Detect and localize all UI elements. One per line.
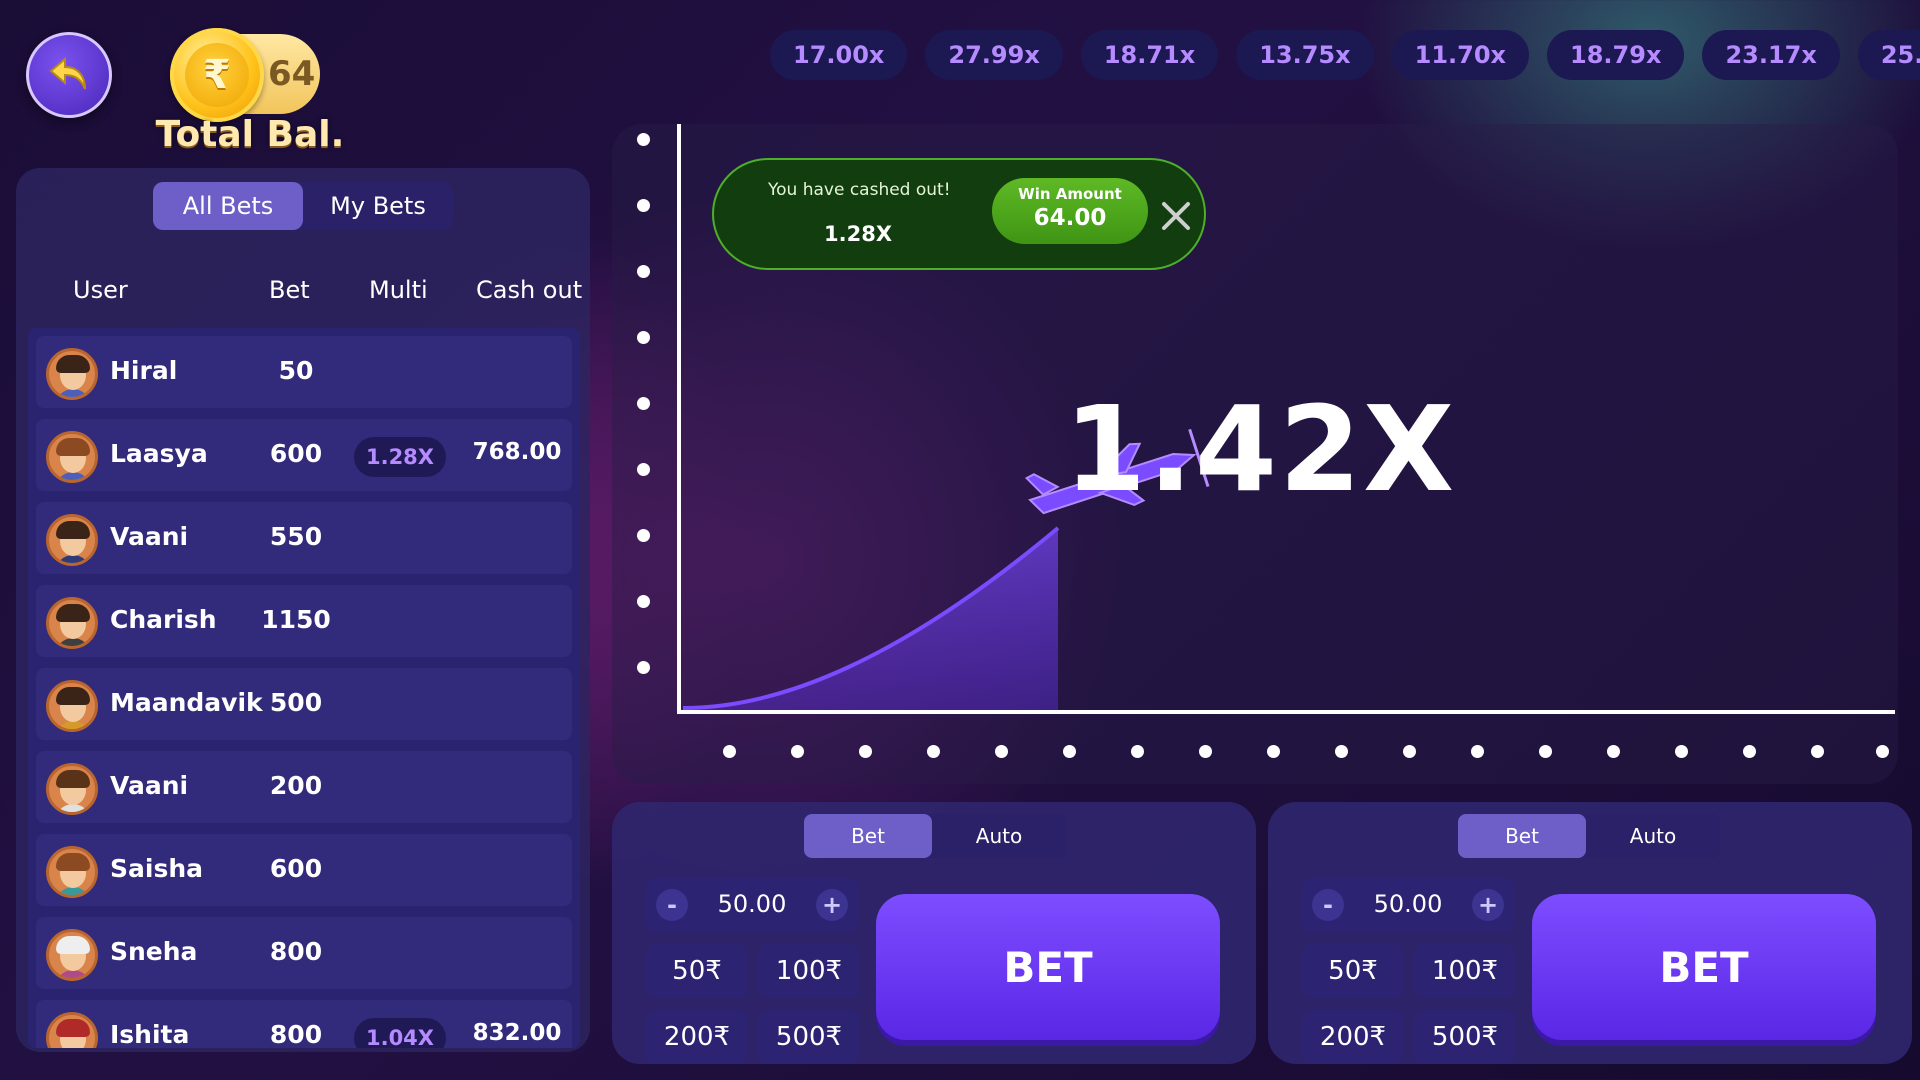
amount-stepper: - 50.00 + — [646, 878, 858, 932]
increase-button[interactable]: + — [816, 889, 848, 921]
tab-auto[interactable]: Auto — [932, 814, 1066, 858]
bet-mode-tabs: Bet Auto — [1458, 814, 1720, 858]
bet-button[interactable]: BET — [876, 894, 1220, 1040]
bet-button[interactable]: BET — [1532, 894, 1876, 1040]
quick-amount-button[interactable]: 50₹ — [1302, 944, 1404, 998]
increase-button[interactable]: + — [1472, 889, 1504, 921]
amount-value[interactable]: 50.00 — [690, 890, 814, 918]
win-amount-pill: Win Amount 64.00 — [992, 178, 1148, 244]
tab-bet[interactable]: Bet — [1458, 814, 1586, 858]
cashout-multiplier: 1.28X — [824, 222, 893, 246]
quick-amount-button[interactable]: 100₹ — [1414, 944, 1516, 998]
decrease-button[interactable]: - — [656, 889, 688, 921]
amount-value[interactable]: 50.00 — [1346, 890, 1470, 918]
win-amount-value: 64.00 — [1033, 205, 1107, 231]
tab-bet[interactable]: Bet — [804, 814, 932, 858]
quick-amount-button[interactable]: 100₹ — [758, 944, 860, 998]
decrease-button[interactable]: - — [1312, 889, 1344, 921]
amount-stepper: - 50.00 + — [1302, 878, 1514, 932]
win-amount-label: Win Amount — [1018, 185, 1122, 203]
quick-amount-button[interactable]: 500₹ — [758, 1010, 860, 1064]
close-icon — [1162, 202, 1190, 230]
curve-fill — [683, 528, 1058, 710]
bet-panel-2: Bet Auto - 50.00 + 50₹ 100₹ 200₹ 500₹ BE… — [1268, 802, 1912, 1064]
tab-auto[interactable]: Auto — [1586, 814, 1720, 858]
cashout-notification: You have cashed out! 1.28X Win Amount 64… — [712, 158, 1206, 270]
quick-amount-button[interactable]: 500₹ — [1414, 1010, 1516, 1064]
current-multiplier: 1.42X — [1063, 380, 1457, 518]
cashout-message: You have cashed out! — [768, 180, 951, 200]
quick-amount-button[interactable]: 200₹ — [1302, 1010, 1404, 1064]
bet-mode-tabs: Bet Auto — [804, 814, 1066, 858]
bet-panel-1: Bet Auto - 50.00 + 50₹ 100₹ 200₹ 500₹ BE… — [612, 802, 1256, 1064]
close-button[interactable] — [1156, 196, 1196, 236]
quick-amount-button[interactable]: 50₹ — [646, 944, 748, 998]
quick-amount-button[interactable]: 200₹ — [646, 1010, 748, 1064]
